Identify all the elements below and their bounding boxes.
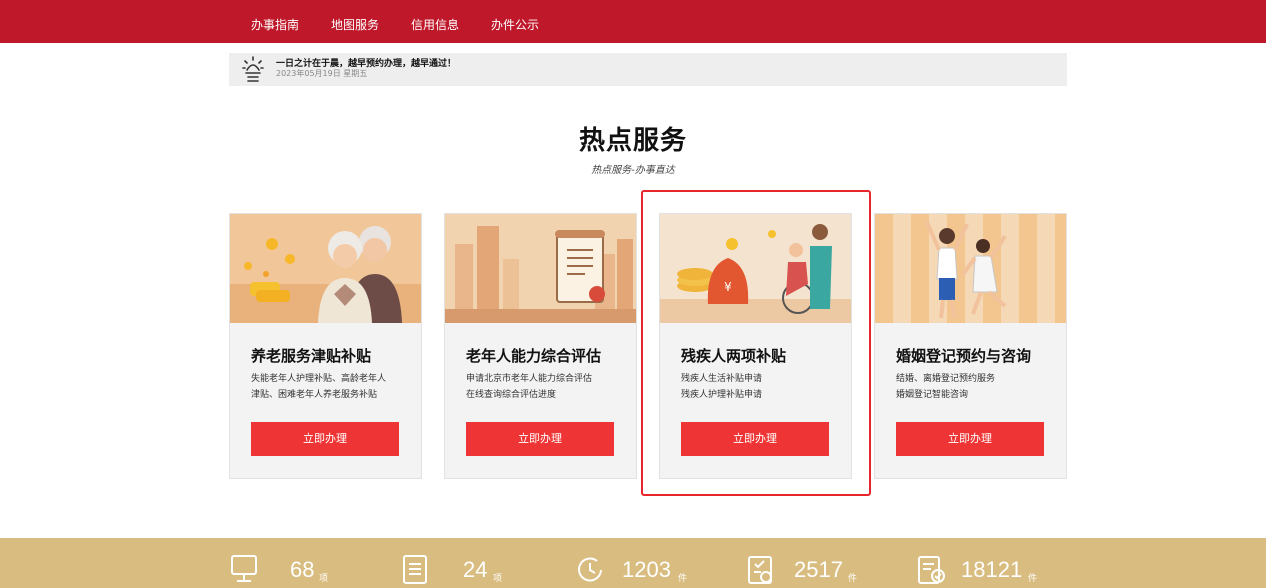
card-title: 养老服务津贴补贴 <box>251 347 372 365</box>
apply-now-button[interactable]: 立即办理 <box>251 422 399 456</box>
apply-now-button[interactable]: 立即办理 <box>466 422 614 456</box>
stat-value: 1203 <box>622 557 671 582</box>
stat-unit: 件 <box>678 574 688 584</box>
card-desc-line: 申请北京市老年人能力综合评估 <box>466 374 593 384</box>
service-card-marriage-registration: 婚姻登记预约与咨询 结婚、离婚登记预约服务 婚姻登记智能咨询 立即办理 <box>874 213 1067 479</box>
stats-bar: 68 项 24 项 1203 件 2517 件 18121 件 <box>0 538 1266 588</box>
svg-text:¥: ¥ <box>724 280 732 294</box>
stat-value: 2517 <box>794 557 843 582</box>
service-card-disability-subsidy: ¥ 残疾人两项补贴 残疾人生活补贴申请 残疾人护理补贴申请 立即办理 <box>659 213 852 479</box>
card-desc-line: 残疾人生活补贴申请 <box>681 374 763 384</box>
clipboard-check-icon <box>748 556 772 584</box>
nav-item-guide[interactable]: 办事指南 <box>251 0 299 43</box>
card-desc-line: 婚姻登记智能咨询 <box>896 390 969 400</box>
notice-date: 2023年05月19日 星期五 <box>276 69 368 78</box>
stat-value: 24 <box>463 557 488 582</box>
card-desc-line: 在线查询综合评估进度 <box>466 390 557 400</box>
lamp-icon <box>242 56 264 82</box>
card-desc: 申请北京市老年人能力综合评估 在线查询综合评估进度 <box>466 371 592 403</box>
card-desc-line: 结婚、离婚登记预约服务 <box>896 374 996 384</box>
section-subtitle: 热点服务-办事直达 <box>591 165 675 176</box>
stat-unit: 项 <box>493 574 503 584</box>
card-title: 残疾人两项补贴 <box>681 347 787 365</box>
card-desc: 失能老年人护理补贴、高龄老年人 津贴、困难老年人养老服务补贴 <box>251 371 386 403</box>
stat-value: 18121 <box>961 557 1023 582</box>
card-desc: 结婚、离婚登记预约服务 婚姻登记智能咨询 <box>896 371 995 403</box>
card-title: 婚姻登记预约与咨询 <box>896 347 1032 365</box>
stat-unit: 项 <box>319 574 329 584</box>
card-desc-line: 失能老年人护理补贴、高龄老年人 <box>251 374 387 384</box>
nav-item-publicity[interactable]: 办件公示 <box>491 0 539 43</box>
apply-now-button[interactable]: 立即办理 <box>896 422 1044 456</box>
form-done-icon <box>918 556 945 584</box>
city-certificate-illustration <box>445 214 636 323</box>
notice-bar: 一日之计在于晨，越早预约办理，越早通过！ 2023年05月19日 星期五 <box>229 53 1067 86</box>
section-title: 热点服务 <box>578 126 687 156</box>
card-desc-line: 津贴、困难老年人养老服务补贴 <box>251 390 378 400</box>
elderly-couple-illustration <box>230 214 421 323</box>
service-card-elderly-assessment: 老年人能力综合评估 申请北京市老年人能力综合评估 在线查询综合评估进度 立即办理 <box>444 213 637 479</box>
document-list-icon <box>403 555 427 584</box>
nav-item-map[interactable]: 地图服务 <box>331 0 379 43</box>
disability-subsidy-illustration: ¥ <box>660 214 851 323</box>
stat-value: 68 <box>290 557 315 582</box>
refresh-clock-icon <box>578 557 602 582</box>
card-title: 老年人能力综合评估 <box>466 347 602 365</box>
stat-unit: 件 <box>1028 574 1038 584</box>
apply-now-button[interactable]: 立即办理 <box>681 422 829 456</box>
nav-item-credit[interactable]: 信用信息 <box>411 0 459 43</box>
service-card-elderly-allowance: 养老服务津贴补贴 失能老年人护理补贴、高龄老年人 津贴、困难老年人养老服务补贴 … <box>229 213 422 479</box>
happy-couple-illustration <box>875 214 1066 323</box>
card-desc: 残疾人生活补贴申请 残疾人护理补贴申请 <box>681 371 762 403</box>
stat-unit: 件 <box>848 574 858 584</box>
card-desc-line: 残疾人护理补贴申请 <box>681 390 763 400</box>
top-nav: 办事指南 地图服务 信用信息 办件公示 <box>0 0 1266 43</box>
computer-icon <box>231 555 257 582</box>
